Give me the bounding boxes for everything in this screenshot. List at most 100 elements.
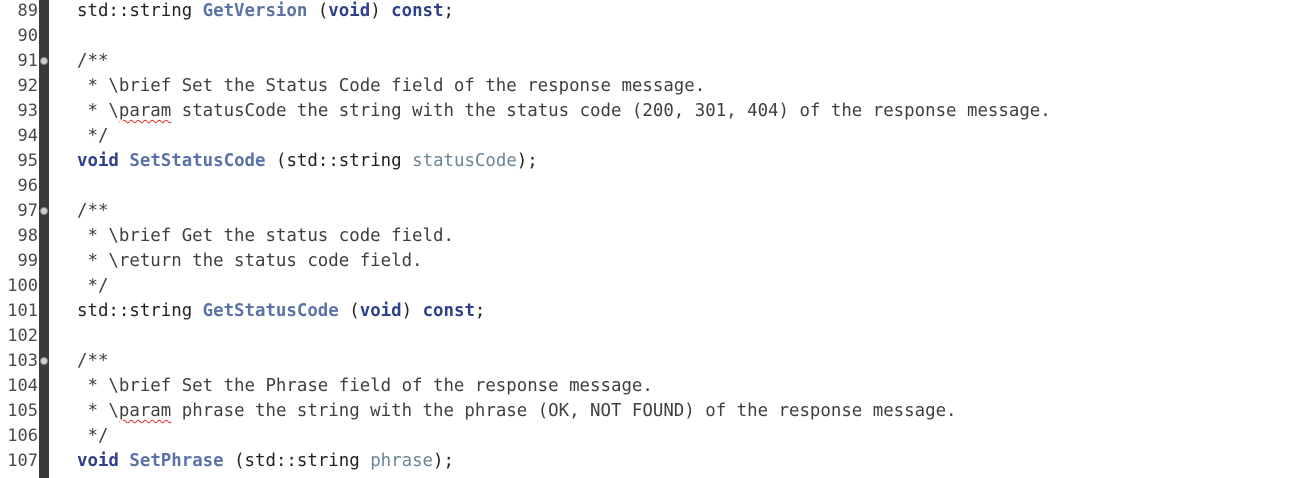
code-token: /** [77, 351, 109, 371]
code-token: GetStatusCode [202, 301, 339, 321]
code-text: void SetStatusCode (std::string statusCo… [77, 149, 538, 174]
code-text: /** [77, 49, 108, 74]
line-number: 99 [17, 251, 38, 271]
line-number: 106 [7, 426, 38, 446]
code-text: */ [77, 274, 108, 299]
line-number: 90 [17, 26, 38, 46]
line-number: 89 [17, 1, 38, 21]
line-number: 94 [17, 126, 38, 146]
code-line[interactable]: 92 * \brief Set the Status Code field of… [0, 74, 1290, 99]
code-token: ) [370, 1, 392, 21]
code-text: * \param phrase the string with the phra… [77, 399, 957, 424]
code-token: /** [77, 201, 109, 221]
line-number: 100 [7, 276, 38, 296]
code-text: */ [77, 124, 108, 149]
code-line[interactable]: 95 void SetStatusCode (std::string status… [0, 149, 1290, 174]
line-number: 102 [7, 326, 38, 346]
fold-marker-icon[interactable] [40, 357, 48, 365]
code-token: void [77, 151, 119, 171]
code-token: * \return the status code field. [77, 251, 423, 271]
code-token: SetStatusCode [129, 151, 266, 171]
code-line[interactable]: 104 * \brief Set the Phrase field of the… [0, 374, 1290, 399]
code-token: * \brief Get the status code field. [77, 226, 454, 246]
line-number: 105 [7, 401, 38, 421]
code-token: param [118, 401, 172, 421]
line-number: 96 [17, 176, 38, 196]
code-token: ( [307, 1, 329, 21]
code-token: ) [401, 301, 423, 321]
code-text: * \brief Get the status code field. [77, 224, 454, 249]
code-line[interactable]: 107 void SetPhrase (std::string phrase); [0, 449, 1290, 474]
code-token: ); [433, 451, 454, 471]
code-token: void [359, 301, 402, 321]
fold-marker-icon[interactable] [40, 57, 48, 65]
code-token: void [77, 451, 119, 471]
code-line[interactable]: 106 */ [0, 424, 1290, 449]
code-text: std::string GetVersion (void) const; [77, 0, 454, 24]
code-token: * \ [77, 401, 119, 421]
code-token: std::string [77, 1, 203, 21]
code-text: */ [77, 424, 108, 449]
code-line[interactable]: 105 * \param phrase the string with the … [0, 399, 1290, 424]
code-token: statusCode [412, 151, 517, 171]
code-text: * \brief Set the Status Code field of th… [77, 74, 705, 99]
code-token: const [391, 1, 444, 21]
code-token: */ [77, 426, 109, 446]
code-token: param [118, 101, 172, 121]
code-token: const [422, 301, 475, 321]
code-line[interactable]: 99 * \return the status code field. [0, 249, 1290, 274]
code-text: /** [77, 349, 108, 374]
code-line[interactable]: 101 std::string GetStatusCode (void) cons… [0, 299, 1290, 324]
code-token: * \brief Set the Status Code field of th… [77, 76, 706, 96]
code-token: (std::string [223, 451, 371, 471]
code-line[interactable]: 102 [0, 324, 1290, 349]
code-token: phrase [370, 451, 434, 471]
code-token: */ [77, 276, 109, 296]
code-line[interactable]: 96 [0, 174, 1290, 199]
code-token: * \ [77, 101, 119, 121]
code-line[interactable]: 94 */ [0, 124, 1290, 149]
code-token: phrase the string with the phrase (OK, N… [171, 401, 957, 421]
code-editor[interactable]: 89 std::string GetVersion (void) const; 90… [0, 0, 1290, 478]
code-text: * \brief Set the Phrase field of the res… [77, 374, 653, 399]
fold-marker-icon[interactable] [40, 207, 48, 215]
code-token: ( [338, 301, 360, 321]
code-token: * \brief Set the Phrase field of the res… [77, 376, 653, 396]
code-token: (std::string [265, 151, 413, 171]
line-number: 101 [7, 301, 38, 321]
code-token: /** [77, 51, 109, 71]
line-number: 92 [17, 76, 38, 96]
code-line[interactable]: 97 /** [0, 199, 1290, 224]
code-text: void SetPhrase (std::string phrase); [77, 449, 454, 474]
code-token: void [328, 1, 371, 21]
code-token: SetPhrase [129, 451, 224, 471]
code-line[interactable]: 91 /** [0, 49, 1290, 74]
code-token: */ [77, 126, 109, 146]
code-text: * \return the status code field. [77, 249, 423, 274]
line-number: 97 [17, 201, 38, 221]
code-text: /** [77, 199, 108, 224]
line-number: 98 [17, 226, 38, 246]
code-token: std::string [77, 301, 203, 321]
code-text: * \param statusCode the string with the … [77, 99, 1051, 124]
code-line[interactable]: 89 std::string GetVersion (void) const; [0, 0, 1290, 24]
code-line[interactable]: 98 * \brief Get the status code field. [0, 224, 1290, 249]
code-line[interactable]: 93 * \param statusCode the string with t… [0, 99, 1290, 124]
code-token: ; [474, 301, 486, 321]
code-line[interactable]: 90 [0, 24, 1290, 49]
line-number: 93 [17, 101, 38, 121]
line-number: 103 [7, 351, 38, 371]
code-token: ); [516, 151, 538, 171]
code-token: ; [443, 1, 454, 21]
code-token: GetVersion [202, 1, 308, 21]
line-number: 104 [7, 376, 38, 396]
code-line[interactable]: 100 */ [0, 274, 1290, 299]
line-number: 91 [17, 51, 38, 71]
line-number: 95 [17, 151, 38, 171]
code-token: statusCode the string with the status co… [171, 101, 1051, 121]
line-number: 107 [7, 451, 38, 471]
code-line[interactable]: 103 /** [0, 349, 1290, 374]
code-text: std::string GetStatusCode (void) const; [77, 299, 485, 324]
